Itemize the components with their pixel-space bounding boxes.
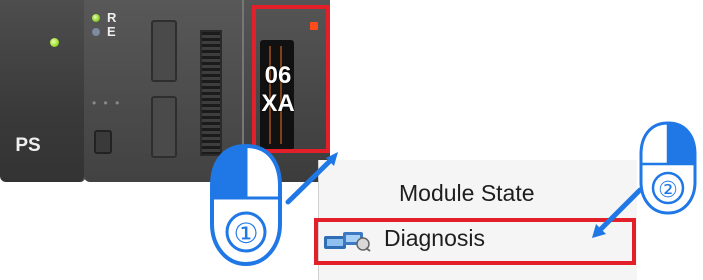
step1-number: ① (233, 217, 258, 250)
run-led-label: R (107, 10, 117, 25)
power-led-icon (50, 38, 59, 47)
error-led-icon (92, 28, 100, 36)
usb-port-icon (94, 130, 112, 154)
arrow-to-menu-icon (592, 187, 643, 238)
run-led-icon (92, 14, 100, 22)
arrow-to-module-icon (285, 152, 338, 205)
card-slot-bottom (151, 96, 177, 158)
right-click-mouse-icon: ② (639, 121, 697, 215)
module-highlight-box (252, 5, 330, 153)
left-click-mouse-icon: ① (210, 143, 282, 267)
power-supply-module[interactable]: PS (0, 0, 86, 182)
error-led-label: E (107, 24, 116, 39)
card-slot-top (151, 20, 177, 82)
ps-label: PS (15, 135, 41, 156)
io-connector (200, 30, 222, 156)
menu-item-label: Module State (399, 180, 535, 206)
indicator-dots: • • • (92, 96, 122, 110)
step2-number: ② (658, 178, 678, 203)
